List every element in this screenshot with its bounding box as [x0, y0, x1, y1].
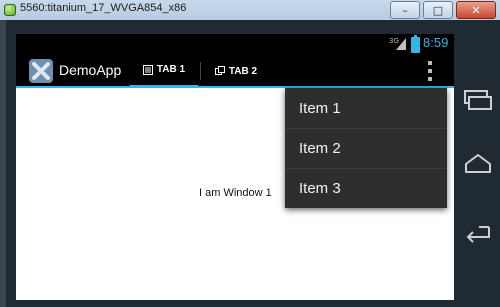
home-button[interactable]: [458, 146, 498, 182]
back-button[interactable]: [458, 214, 498, 250]
recent-apps-icon: [464, 90, 492, 110]
status-time: 8:59: [423, 35, 449, 50]
window-label: I am Window 1: [199, 187, 272, 199]
signal-icon: [396, 38, 406, 50]
window-title: 5560:titanium_17_WVGA854_x86: [20, 2, 187, 14]
window-titlebar: 5560:titanium_17_WVGA854_x86 – □ ✕: [0, 0, 500, 21]
tab-divider: [200, 62, 201, 80]
list-icon: [142, 64, 153, 75]
navigation-bar: [454, 54, 500, 300]
window-controls: – □ ✕: [390, 1, 496, 19]
tab-2-label: TAB 2: [228, 65, 258, 77]
minimize-button[interactable]: –: [390, 1, 420, 19]
menu-item-1[interactable]: Item 1: [285, 88, 447, 128]
windows-icon: [214, 66, 225, 75]
tab-1-label: TAB 1: [156, 64, 186, 75]
close-button[interactable]: ✕: [456, 1, 496, 19]
home-icon: [465, 154, 491, 173]
device-edge: [0, 20, 6, 307]
app-title: DemoApp: [59, 62, 122, 78]
battery-icon: [411, 35, 420, 53]
app-window-icon: [4, 4, 16, 16]
maximize-button[interactable]: □: [423, 1, 453, 19]
tab-2[interactable]: TAB 2: [205, 54, 267, 88]
tab-1[interactable]: TAB 1: [130, 54, 198, 88]
menu-item-3[interactable]: Item 3: [285, 168, 447, 208]
app-logo-icon[interactable]: [28, 58, 54, 84]
back-icon: [466, 226, 490, 243]
overflow-menu: Item 1 Item 2 Item 3: [285, 88, 447, 208]
status-bar: 3G 8:59: [16, 34, 454, 54]
action-bar: DemoApp TAB 1 TAB 2: [16, 54, 454, 88]
overflow-menu-icon[interactable]: [426, 61, 434, 81]
recent-apps-button[interactable]: [458, 82, 498, 118]
menu-item-2[interactable]: Item 2: [285, 128, 447, 168]
